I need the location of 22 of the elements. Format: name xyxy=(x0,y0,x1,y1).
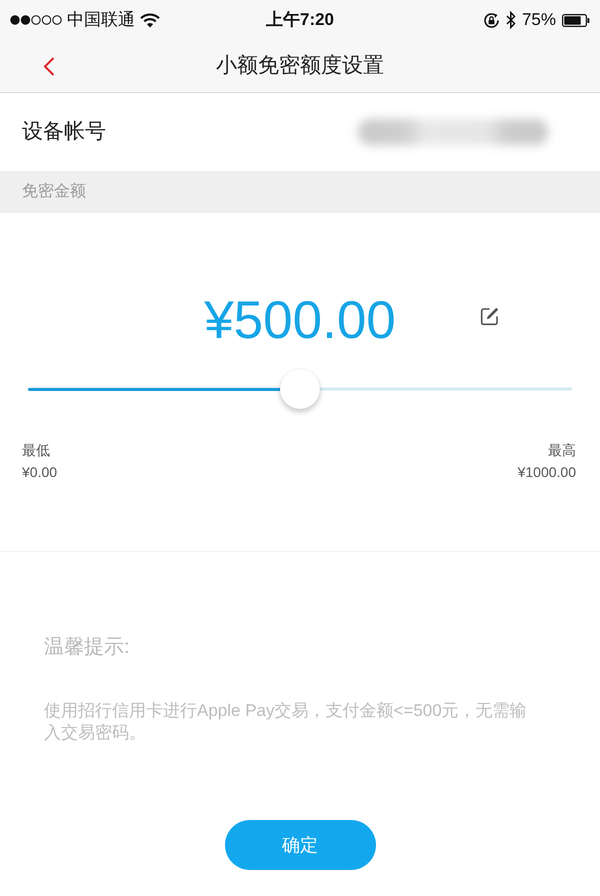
rotation-lock-icon xyxy=(482,12,500,28)
section-title: 免密金额 xyxy=(22,182,86,202)
status-time: 上午7:20 xyxy=(266,10,334,30)
confirm-button[interactable]: 确定 xyxy=(224,820,376,870)
edit-icon[interactable] xyxy=(480,306,499,326)
carrier-name: 中国联通 xyxy=(67,10,135,30)
tip-title: 温馨提示: xyxy=(44,635,130,660)
tip-text: 使用招行信用卡进行Apple Pay交易，支付金额<=500元，无需输入交易密码。 xyxy=(44,700,528,744)
slider-thumb[interactable] xyxy=(280,369,320,409)
min-value: ¥0.00 xyxy=(22,463,58,482)
account-label: 设备帐号 xyxy=(22,119,106,145)
max-value: ¥1000.00 xyxy=(518,463,576,482)
max-label: 最高 xyxy=(548,441,576,460)
battery-percent: 75% xyxy=(522,10,556,30)
battery-icon xyxy=(562,14,590,26)
amount-value: ¥500.00 xyxy=(204,291,396,351)
wifi-icon xyxy=(140,12,160,28)
min-label: 最低 xyxy=(22,441,50,460)
bluetooth-icon xyxy=(506,11,516,29)
page-title: 小额免密额度设置 xyxy=(216,53,384,79)
back-icon[interactable] xyxy=(43,56,55,76)
signal-dots-icon xyxy=(10,15,62,25)
